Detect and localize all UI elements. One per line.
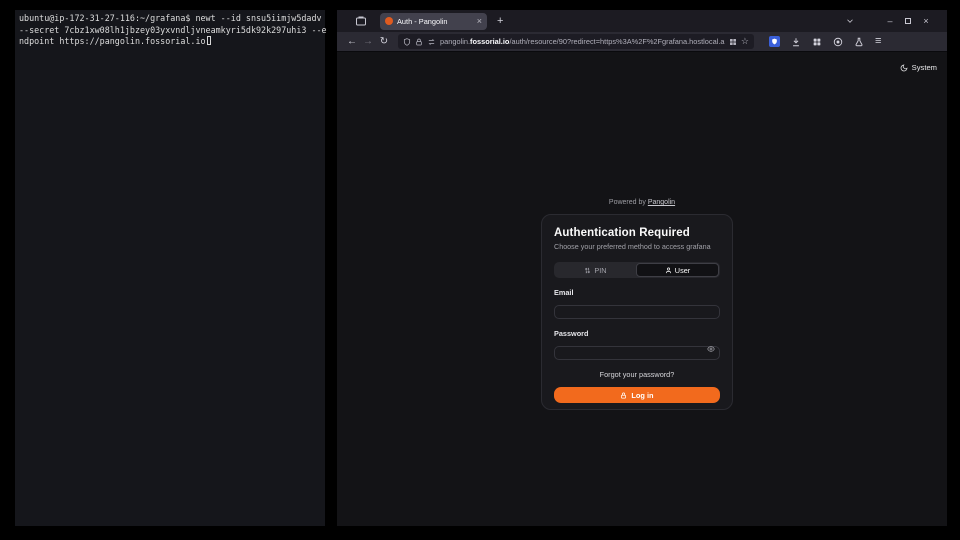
tab-pin[interactable]: PIN	[555, 263, 636, 277]
login-button[interactable]: Log in	[554, 387, 720, 403]
extensions-grid-icon[interactable]	[812, 37, 822, 47]
maximize-button[interactable]	[899, 16, 917, 26]
window-controls: – ×	[845, 16, 935, 26]
powered-by: Powered by Pangolin	[337, 199, 947, 206]
pangolin-link[interactable]: Pangolin	[648, 199, 675, 206]
url-text[interactable]: pangolin.fossorial.io/auth/resource/90?r…	[440, 37, 725, 46]
tab-user[interactable]: User	[636, 263, 719, 277]
forward-button[interactable]: →	[360, 37, 376, 47]
moon-icon	[900, 64, 908, 72]
tab-title: Auth - Pangolin	[397, 17, 473, 26]
url-host-prefix: pangolin.	[440, 37, 470, 46]
theme-toggle-label: System	[912, 63, 937, 72]
browser-tab-bar: Auth - Pangolin × + – ×	[337, 10, 947, 32]
login-button-label: Log in	[631, 391, 653, 400]
pangolin-favicon-icon	[385, 17, 393, 25]
lock-icon	[620, 392, 627, 399]
flask-extension-icon[interactable]	[854, 37, 864, 47]
downloads-icon[interactable]	[791, 37, 801, 47]
password-field[interactable]	[554, 346, 720, 360]
card-subtitle: Choose your preferred method to access g…	[554, 242, 720, 251]
privacy-circle-icon[interactable]	[833, 37, 843, 47]
user-icon	[665, 267, 672, 274]
desktop: ubuntu@ip-172-31-27-116:~/grafana$ newt …	[0, 0, 960, 540]
minimize-button[interactable]: –	[881, 16, 899, 26]
email-label: Email	[554, 288, 720, 297]
lock-icon[interactable]	[415, 38, 423, 46]
bookmark-star-icon[interactable]: ☆	[741, 37, 749, 46]
containers-grid-icon[interactable]	[729, 38, 737, 46]
browser-window: Auth - Pangolin × + – × ← → ↻	[337, 10, 947, 526]
password-manager-extension-icon[interactable]	[769, 36, 780, 47]
close-tab-icon[interactable]: ×	[477, 17, 482, 26]
url-bar[interactable]: pangolin.fossorial.io/auth/resource/90?r…	[398, 34, 754, 49]
terminal-line-text: ndpoint https://pangolin.fossorial.io	[19, 36, 206, 46]
show-password-eye-icon[interactable]	[707, 345, 715, 353]
card-title: Authentication Required	[554, 227, 720, 239]
menu-icon[interactable]: ≡	[875, 36, 881, 47]
terminal-line: ndpoint https://pangolin.fossorial.io	[19, 36, 323, 48]
toolbar-extension-icons: ≡	[769, 36, 881, 47]
auth-card: Authentication Required Choose your pref…	[541, 214, 733, 410]
maximize-icon	[905, 18, 911, 24]
auth-page: System Powered by Pangolin Authenticatio…	[337, 53, 947, 526]
tab-list-chevron-icon[interactable]	[845, 16, 855, 26]
firefox-view-icon[interactable]	[355, 15, 367, 27]
back-button[interactable]: ←	[344, 37, 360, 47]
browser-toolbar: ← → ↻ pangolin.fossorial.io/auth/resourc…	[337, 32, 947, 52]
forgot-password-link[interactable]: Forgot your password?	[554, 370, 720, 379]
auth-method-tabs: PIN User	[554, 262, 720, 278]
permissions-arrows-icon[interactable]	[427, 38, 436, 46]
tab-pin-label: PIN	[594, 266, 606, 275]
close-window-button[interactable]: ×	[917, 16, 935, 26]
terminal-line: --secret 7cbz1xw08lh1jbzey03yxvndljvneam…	[19, 25, 323, 37]
url-host: fossorial.io	[470, 37, 509, 46]
password-label: Password	[554, 329, 720, 338]
theme-toggle[interactable]: System	[900, 63, 937, 72]
shield-icon[interactable]	[403, 38, 411, 46]
email-field[interactable]	[554, 305, 720, 319]
url-path: /auth/resource/90?redirect=https%3A%2F%2…	[509, 37, 724, 46]
terminal-window[interactable]: ubuntu@ip-172-31-27-116:~/grafana$ newt …	[15, 10, 325, 526]
terminal-line: ubuntu@ip-172-31-27-116:~/grafana$ newt …	[19, 13, 323, 25]
new-tab-button[interactable]: +	[497, 16, 503, 27]
tab-user-label: User	[675, 266, 690, 275]
binary-icon	[584, 267, 591, 274]
reload-button[interactable]: ↻	[376, 37, 392, 47]
powered-by-text: Powered by	[609, 199, 646, 206]
browser-tab-active[interactable]: Auth - Pangolin ×	[380, 13, 487, 30]
terminal-cursor	[207, 36, 212, 45]
